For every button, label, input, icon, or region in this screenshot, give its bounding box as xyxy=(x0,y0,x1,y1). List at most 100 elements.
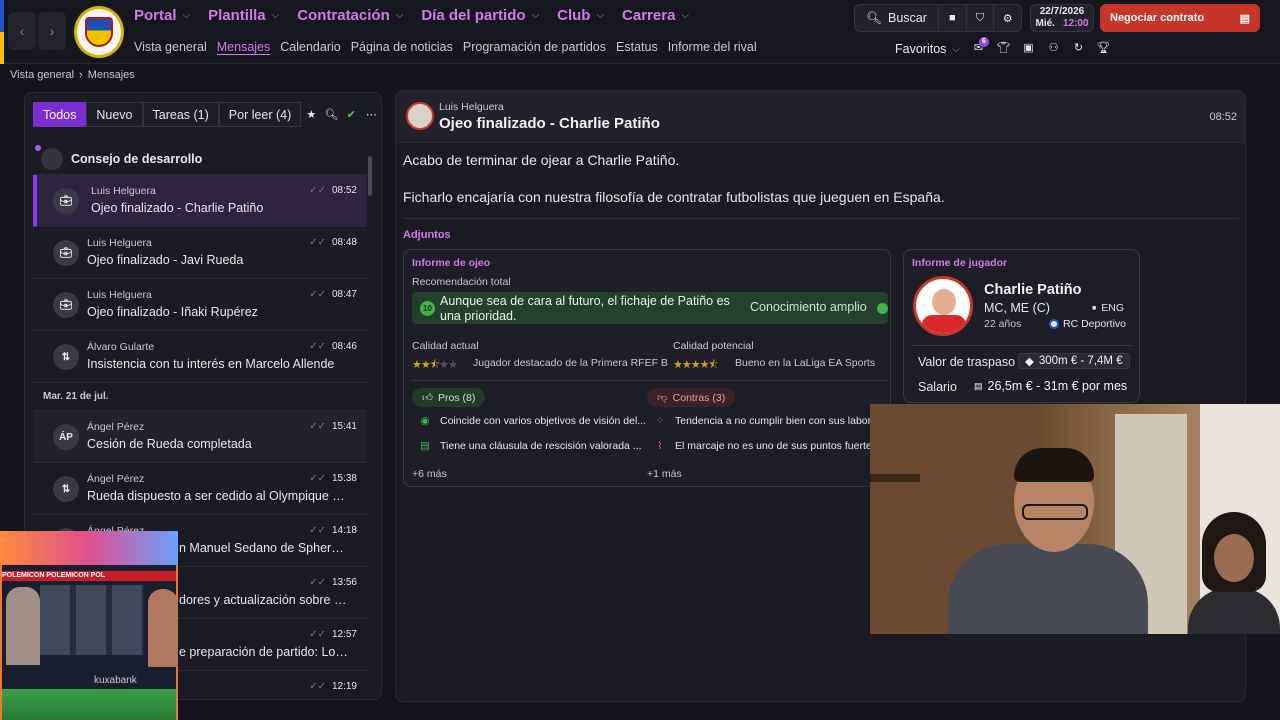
double-check-icon: ✓✓ xyxy=(309,473,326,484)
menu-club-label: Club xyxy=(557,7,591,24)
potential-quality-label: Calidad potencial xyxy=(673,340,754,352)
group-title: Consejo de desarrollo xyxy=(71,151,203,166)
chevron-right-icon: › xyxy=(79,69,83,81)
menu-plantilla[interactable]: Plantilla ⌵ xyxy=(208,7,279,24)
webcam-overlay xyxy=(870,404,1280,634)
submenu-programacion[interactable]: Programación de partidos xyxy=(463,40,606,55)
unread-dot xyxy=(35,145,41,151)
message-time: ✓✓ 12:57 xyxy=(309,629,357,640)
current-quality-text: Jugador destacado de la Primera RFEF B xyxy=(473,357,668,369)
player-name: Charlie Patiño xyxy=(984,282,1082,298)
menu-portal-label: Portal xyxy=(134,7,177,24)
settings-button[interactable]: ⚙ xyxy=(994,5,1021,31)
search-icon: 🔍︎ xyxy=(866,10,882,25)
marking-icon: ⌇ xyxy=(657,440,663,452)
shield-icon: ⛉ xyxy=(975,11,985,24)
webcam-person xyxy=(938,448,1148,634)
chevron-right-icon: › xyxy=(49,23,55,39)
back-button[interactable]: ‹ xyxy=(8,12,36,50)
list-item[interactable]: ÁP Ángel Pérez Cesión de Rueda completad… xyxy=(33,411,367,463)
submenu-informe-rival[interactable]: Informe del rival xyxy=(668,40,757,55)
trophy-icon[interactable]: 🏆︎ xyxy=(1095,41,1112,54)
menu-contratacion[interactable]: Contratación ⌵ xyxy=(297,7,403,24)
submenu-noticias[interactable]: Página de noticias xyxy=(351,40,453,55)
player-photo xyxy=(913,276,973,336)
filter-todos[interactable]: Todos xyxy=(33,102,87,127)
contras-tab[interactable]: 👎︎ Contras (3) xyxy=(647,388,736,407)
message-title: Ojeo finalizado - Charlie Patiño xyxy=(439,115,660,132)
chevron-down-icon: ⌵ xyxy=(531,10,540,21)
group-header[interactable]: Consejo de desarrollo xyxy=(33,143,367,175)
submenu-calendario[interactable]: Calendario xyxy=(280,40,340,55)
scout-report-card[interactable]: Informe de ojeo Recomendación total 10 A… xyxy=(403,249,891,487)
list-item[interactable]: 💼︎ Luis Helguera Ojeo finalizado - Iñaki… xyxy=(33,279,367,331)
forward-button[interactable]: › xyxy=(38,12,66,50)
player-report-title: Informe de jugador xyxy=(912,257,1008,269)
double-check-icon: ✓✓ xyxy=(309,629,326,640)
team-color-strip xyxy=(0,0,4,64)
tv-presenter-2 xyxy=(148,589,178,667)
breadcrumb-mensajes[interactable]: Mensajes xyxy=(88,69,135,81)
bookmark-button[interactable]: ■ xyxy=(939,5,967,31)
pros-tab[interactable]: 👍︎ Pros (8) xyxy=(412,388,486,407)
webcam-person-2 xyxy=(1188,512,1280,634)
chevron-left-icon: ‹ xyxy=(19,23,25,39)
shirt-icon[interactable]: 👕︎ xyxy=(995,41,1012,54)
club-crest[interactable] xyxy=(74,6,124,58)
date-time-display[interactable]: 22/7/2026 Mié. 12:00 xyxy=(1030,4,1094,32)
tv-overlay: POLEMICON POLEMICON POL kuxabank xyxy=(0,531,178,720)
current-quality-stars: ★★⯪★★ xyxy=(412,359,458,371)
message-subject: Ojeo finalizado - Charlie Patiño xyxy=(91,201,264,215)
inbox-scrollbar[interactable] xyxy=(368,156,372,196)
double-check-icon: ✓✓ xyxy=(309,237,326,248)
menu-carrera-label: Carrera xyxy=(622,7,676,24)
filter-tareas[interactable]: Tareas (1) xyxy=(142,102,219,127)
contra-item: ⌇ El marcaje no es uno de sus puntos fuer… xyxy=(653,440,877,452)
chevron-down-icon: ⌵ xyxy=(182,10,191,21)
club-badge-icon xyxy=(1049,319,1059,329)
message-sender: Luis Helguera xyxy=(87,237,152,249)
chevron-down-icon: ⌵ xyxy=(395,10,404,21)
double-check-icon: ✓✓ xyxy=(309,185,326,196)
list-item[interactable]: 💼︎ Luis Helguera Ojeo finalizado - Charl… xyxy=(33,175,367,227)
favoritos-dropdown[interactable]: Favoritos ⌵ xyxy=(895,42,960,56)
mark-read-icon[interactable]: ✔ xyxy=(341,102,361,127)
double-check-icon: ✓✓ xyxy=(309,577,326,588)
shield-button[interactable]: ⛉ xyxy=(967,5,995,31)
negociar-contrato-button[interactable]: Negociar contrato ▤ xyxy=(1100,4,1260,32)
avatar: ÁP xyxy=(53,424,79,450)
list-item[interactable]: ⇅ Álvaro Gularte Insistencia con tu inte… xyxy=(33,331,367,383)
clipboard-icon[interactable]: ▣ xyxy=(1020,41,1037,54)
filter-por-leer[interactable]: Por leer (4) xyxy=(218,102,302,127)
more-options-icon[interactable]: ⋯ xyxy=(361,102,381,127)
gear-icon: ⚙ xyxy=(1002,12,1013,25)
menu-portal[interactable]: Portal ⌵ xyxy=(134,7,190,24)
submenu-vista-general[interactable]: Vista general xyxy=(134,40,207,55)
menu-club[interactable]: Club ⌵ xyxy=(557,7,604,24)
pros-more-link[interactable]: +6 más xyxy=(412,468,447,480)
menu-carrera[interactable]: Carrera ⌵ xyxy=(622,7,689,24)
refresh-icon[interactable]: ↻ xyxy=(1070,41,1087,54)
people-icon[interactable]: ⚇ xyxy=(1045,41,1062,54)
star-icon[interactable]: ★ xyxy=(301,102,321,127)
filter-nuevo[interactable]: Nuevo xyxy=(86,102,143,127)
scout-report-title: Informe de ojeo xyxy=(412,257,491,269)
list-item[interactable]: 💼︎ Luis Helguera Ojeo finalizado - Javi … xyxy=(33,227,367,279)
breadcrumb-vista-general[interactable]: Vista general xyxy=(10,69,74,81)
player-report-card[interactable]: Informe de jugador Charlie Patiño MC, ME… xyxy=(903,249,1140,403)
recommendation-label: Recomendación total xyxy=(412,276,511,288)
search-icon[interactable]: 🔍︎ xyxy=(321,102,341,127)
search-button[interactable]: 🔍︎ Buscar xyxy=(855,5,939,31)
contras-more-link[interactable]: +1 más xyxy=(647,468,682,480)
pros-label: Pros (8) xyxy=(437,391,476,404)
menu-dia-del-partido[interactable]: Día del partido ⌵ xyxy=(421,7,539,24)
list-item[interactable]: ⇅ Ángel Pérez Rueda dispuesto a ser cedi… xyxy=(33,463,367,515)
submenu-estatus[interactable]: Estatus xyxy=(616,40,658,55)
time-text: 12:00 xyxy=(1062,18,1089,29)
message-sender: Ángel Pérez xyxy=(87,473,145,485)
submenu-mensajes[interactable]: Mensajes xyxy=(216,40,271,55)
negociar-contrato-label: Negociar contrato xyxy=(1110,12,1205,24)
tv-ticker: POLEMICON POLEMICON POL xyxy=(2,571,176,581)
toolbar-group: 🔍︎ Buscar ■ ⛉ ⚙ xyxy=(854,4,1022,32)
inbox-shortcut-icon[interactable]: ✉ 6 xyxy=(970,37,989,54)
